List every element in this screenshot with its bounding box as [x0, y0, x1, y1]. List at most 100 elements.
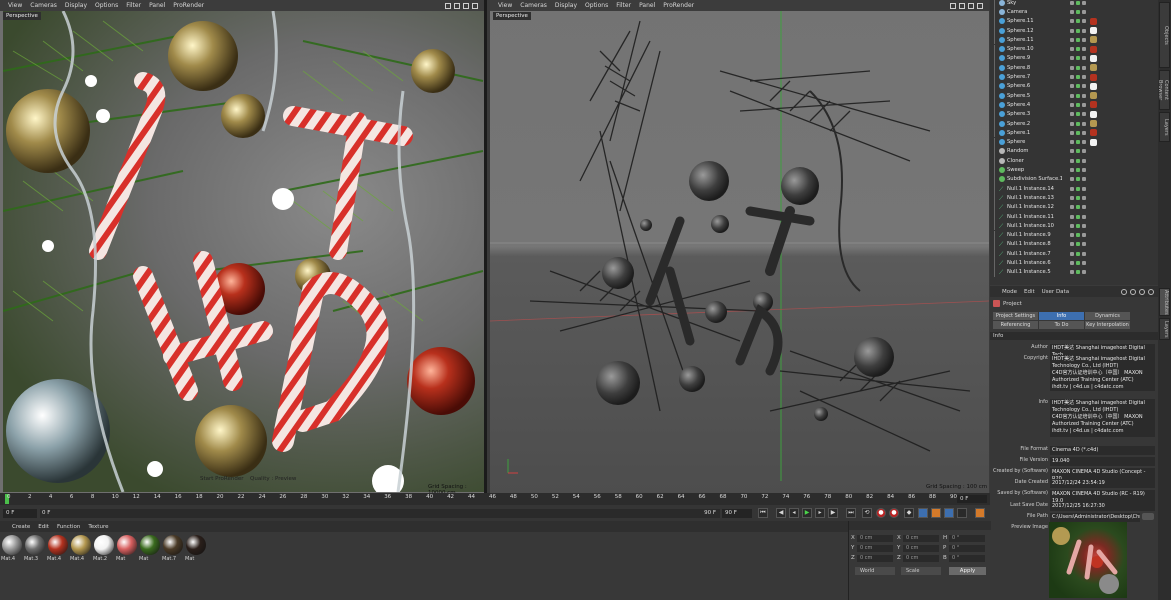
object-name[interactable]: Null.1 Instance.7 [1007, 251, 1062, 257]
menu-display[interactable]: Display [555, 2, 577, 9]
menu-function[interactable]: Function [57, 524, 80, 530]
material-swatch[interactable]: Mat.4 [1, 535, 23, 562]
enabled-check-icon[interactable] [1076, 37, 1080, 42]
editor-visibility-dot-icon[interactable] [1070, 251, 1074, 256]
material-tag-icon[interactable] [1090, 64, 1097, 72]
visibility-flags[interactable] [1070, 102, 1086, 107]
object-name[interactable]: Sphere.8 [1007, 65, 1062, 71]
edit-menu[interactable]: Edit [1024, 289, 1035, 295]
menu-options[interactable]: Options [585, 2, 608, 9]
object-name[interactable]: Sphere.11 [1007, 37, 1062, 43]
menu-cameras[interactable]: Cameras [30, 2, 57, 9]
zoom-view-icon[interactable] [454, 2, 460, 9]
object-name[interactable]: Sphere [1007, 139, 1062, 145]
editor-visibility-dot-icon[interactable] [1070, 177, 1074, 182]
material-tag-icon[interactable] [1090, 36, 1097, 44]
editor-visibility-dot-icon[interactable] [1070, 168, 1074, 173]
editor-visibility-dot-icon[interactable] [1070, 121, 1074, 126]
editor-visibility-dot-icon[interactable] [1070, 242, 1074, 247]
editor-visibility-dot-icon[interactable] [1070, 93, 1074, 98]
enabled-check-icon[interactable] [1076, 112, 1080, 117]
visibility-flags[interactable] [1070, 84, 1086, 89]
visibility-flags[interactable] [1070, 19, 1086, 24]
file-version-field[interactable]: 19.040 [1050, 457, 1155, 466]
editor-visibility-dot-icon[interactable] [1070, 158, 1074, 163]
render-visibility-dot-icon[interactable] [1082, 177, 1086, 182]
object-row[interactable]: Camera [990, 7, 1158, 17]
material-swatch[interactable]: Mat [185, 535, 207, 562]
visibility-flags[interactable] [1070, 251, 1086, 256]
info-section-header[interactable]: Info [990, 332, 1158, 340]
file-format-field[interactable]: Cinema 4D (*.c4d) [1050, 446, 1155, 455]
size-field[interactable]: 0 cm [903, 555, 939, 562]
object-name[interactable]: Sphere.9 [1007, 55, 1062, 61]
enabled-check-icon[interactable] [1076, 251, 1080, 256]
object-row[interactable]: Sky [990, 0, 1158, 8]
object-row[interactable]: Random [990, 146, 1158, 157]
position-key-toggle[interactable] [918, 508, 928, 518]
maximize-view-icon[interactable] [977, 2, 983, 9]
menu-options[interactable]: Options [95, 2, 118, 9]
object-row[interactable]: ⟋ Null.1 Instance.6 [990, 258, 1158, 268]
material-swatch[interactable]: Mat.4 [70, 535, 92, 562]
editor-visibility-dot-icon[interactable] [1070, 261, 1074, 266]
zoom-view-icon[interactable] [959, 2, 965, 9]
menu-edit[interactable]: Edit [38, 524, 49, 530]
object-row[interactable]: Sphere.5 [990, 91, 1158, 101]
render-visibility-dot-icon[interactable] [1082, 270, 1086, 275]
file-path-field[interactable]: C:\Users\Administrator\Desktop\Chr [1050, 513, 1140, 522]
editor-visibility-dot-icon[interactable] [1070, 140, 1074, 145]
enabled-check-icon[interactable] [1076, 168, 1080, 173]
object-row[interactable]: Sphere.11 [990, 35, 1158, 45]
render-visibility-dot-icon[interactable] [1082, 149, 1086, 154]
object-row[interactable]: Subdivision Surface.1 [990, 174, 1158, 185]
browse-button[interactable] [1142, 513, 1154, 520]
enabled-check-icon[interactable] [1076, 102, 1080, 107]
move-view-icon[interactable] [445, 2, 451, 9]
visibility-flags[interactable] [1070, 112, 1086, 117]
tab-attributes[interactable]: Attributes [1159, 288, 1170, 316]
render-visibility-dot-icon[interactable] [1082, 158, 1086, 163]
coordinate-system-dropdown[interactable]: World [855, 567, 895, 575]
render-visibility-dot-icon[interactable] [1082, 56, 1086, 61]
material-tag-icon[interactable] [1090, 138, 1097, 146]
visibility-flags[interactable] [1070, 270, 1086, 275]
menu-panel[interactable]: Panel [149, 2, 165, 9]
object-row[interactable]: Cloner [990, 156, 1158, 166]
enabled-check-icon[interactable] [1076, 205, 1080, 210]
prev-key-button[interactable]: ◀ [776, 508, 786, 518]
rotation-field[interactable]: 0 ° [949, 555, 985, 562]
visibility-flags[interactable] [1070, 93, 1086, 98]
enabled-check-icon[interactable] [1076, 121, 1080, 126]
object-name[interactable]: Sphere.12 [1007, 28, 1062, 34]
object-row[interactable]: ⟋ Null.1 Instance.14 [990, 184, 1158, 194]
visibility-flags[interactable] [1070, 9, 1086, 14]
object-row[interactable]: ⟋ Null.1 Instance.7 [990, 249, 1158, 259]
object-row[interactable]: ⟋ Null.1 Instance.10 [990, 221, 1158, 231]
object-row[interactable]: Sphere [990, 137, 1158, 148]
prev-frame-button[interactable]: ◂ [789, 508, 799, 518]
object-name[interactable]: Cloner [1007, 158, 1062, 164]
editor-visibility-dot-icon[interactable] [1070, 130, 1074, 135]
back-arrow-icon[interactable] [1121, 288, 1127, 295]
editor-visibility-dot-icon[interactable] [1070, 149, 1074, 154]
material-tag-icon[interactable] [1090, 73, 1097, 81]
material-swatch[interactable]: Mat.4 [47, 535, 69, 562]
tab-info[interactable]: Info [1039, 312, 1084, 320]
menu-view[interactable]: View [498, 2, 512, 9]
enabled-check-icon[interactable] [1076, 214, 1080, 219]
record-button[interactable]: ● [876, 508, 886, 518]
object-name[interactable]: Sphere.10 [1007, 46, 1062, 52]
material-swatch[interactable]: Mat [116, 535, 138, 562]
editor-visibility-dot-icon[interactable] [1070, 112, 1074, 117]
render-visibility-dot-icon[interactable] [1082, 214, 1086, 219]
object-manager[interactable]: Sky Camera Sphere.11 Sphere.12 Sphere.11 Sphe… [990, 0, 1158, 285]
object-name[interactable]: Sweep [1007, 167, 1062, 173]
tab-content-browser[interactable]: Content Browser [1157, 70, 1170, 110]
move-view-icon[interactable] [950, 2, 956, 9]
user-data-menu[interactable]: User Data [1042, 289, 1069, 295]
next-frame-button[interactable]: ▸ [815, 508, 825, 518]
timeline-ruler[interactable]: 0 2 4 6 8 10 12 14 16 18 20 22 24 26 28 30 32 34 36 38 40 42 4… [0, 493, 990, 505]
object-row[interactable]: ⟋ Null.1 Instance.11 [990, 211, 1158, 222]
object-name[interactable]: Null.1 Instance.8 [1007, 241, 1062, 247]
